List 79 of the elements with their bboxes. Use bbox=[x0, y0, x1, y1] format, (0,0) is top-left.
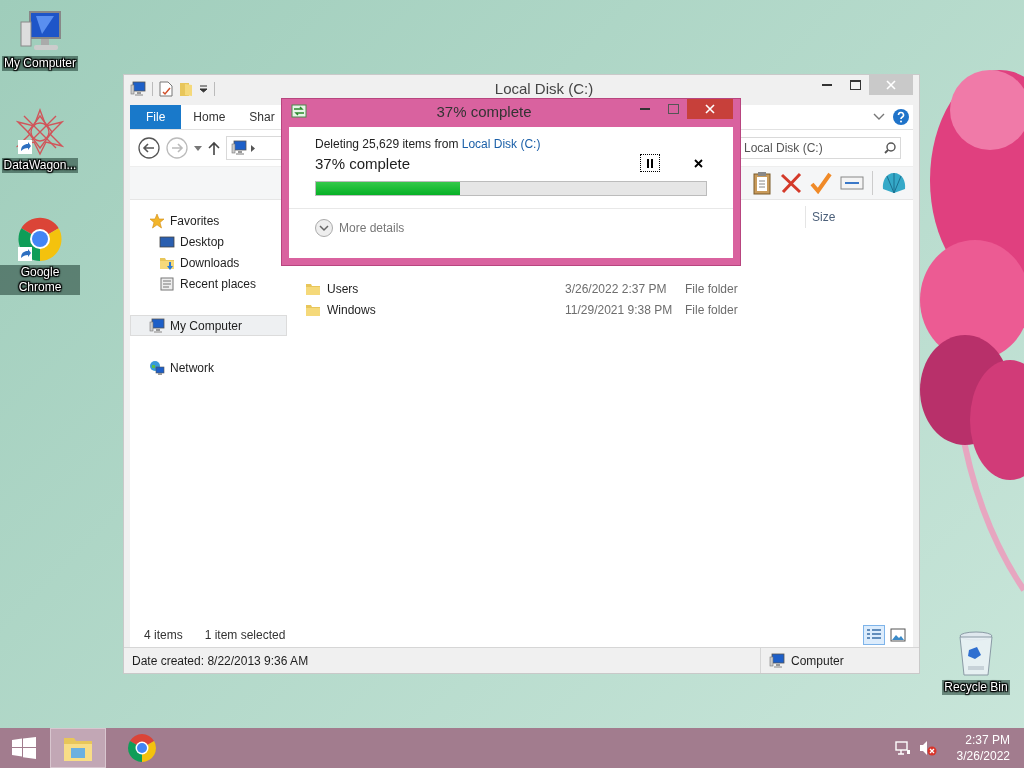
ribbon-tab[interactable]: File bbox=[130, 105, 182, 129]
details-view-icon bbox=[866, 628, 882, 642]
speaker-muted-icon[interactable] bbox=[918, 740, 937, 756]
large-icons-view-icon bbox=[890, 628, 906, 642]
delete-icon[interactable] bbox=[780, 172, 802, 194]
nav-item[interactable]: My Computer bbox=[130, 315, 287, 336]
nav-item[interactable]: Recent places bbox=[130, 273, 287, 294]
nav-item[interactable]: Favorites bbox=[130, 210, 287, 231]
type-cell-text: File folder bbox=[685, 281, 739, 296]
column-header[interactable]: Size bbox=[805, 206, 885, 228]
clock-time[interactable]: 2:37 PM bbox=[965, 732, 1010, 748]
icon-label[interactable]: My Computer bbox=[2, 56, 78, 71]
ribbon-tab[interactable]: Shar bbox=[237, 105, 287, 129]
selection-count: 1 item selected bbox=[204, 628, 286, 642]
minimize-icon bbox=[822, 84, 832, 86]
status-text: Date created: 8/22/2013 9:36 AM bbox=[132, 653, 310, 668]
search-field[interactable]: Local Disk (C:) bbox=[739, 137, 901, 159]
close-icon bbox=[886, 80, 896, 90]
shortcut-star-icon bbox=[16, 108, 64, 156]
maximize-icon bbox=[667, 104, 679, 114]
dialog-title: 37% complete bbox=[435, 102, 533, 122]
window-title: Local Disk (C:) bbox=[493, 79, 595, 99]
search-icon bbox=[884, 142, 896, 154]
location-text: Computer bbox=[791, 653, 844, 668]
network-status-icon[interactable] bbox=[894, 740, 911, 756]
browser-icon bbox=[16, 215, 64, 263]
icon-label[interactable]: DataWagon... bbox=[1, 158, 79, 173]
minimize-icon bbox=[640, 108, 650, 110]
network-icon bbox=[149, 359, 165, 376]
caret-icon[interactable] bbox=[199, 85, 208, 93]
pause-icon bbox=[647, 158, 653, 168]
pause-button[interactable] bbox=[640, 154, 660, 172]
back-icon[interactable] bbox=[138, 137, 160, 159]
type-cell-text: File folder bbox=[685, 302, 739, 317]
star-icon bbox=[149, 212, 165, 229]
icon-label[interactable]: Google Chrome bbox=[0, 265, 80, 295]
checkmark-icon[interactable] bbox=[810, 172, 832, 194]
rename-icon[interactable] bbox=[840, 174, 864, 192]
file-name[interactable]: Windows bbox=[327, 302, 376, 317]
start-button[interactable] bbox=[12, 737, 36, 759]
desktop-icon bbox=[159, 233, 175, 250]
chevron-right-icon bbox=[251, 144, 255, 152]
clipboard-icon[interactable] bbox=[752, 171, 772, 195]
browser-icon bbox=[127, 733, 157, 763]
document-icon[interactable] bbox=[159, 81, 173, 97]
close-icon bbox=[694, 158, 703, 168]
close-icon bbox=[705, 104, 715, 114]
clock-date[interactable]: 3/26/2022 bbox=[956, 748, 1010, 764]
ribbon-tab[interactable]: Home bbox=[181, 105, 238, 129]
recent-places-icon bbox=[159, 275, 175, 292]
progress-status: 37% complete bbox=[315, 154, 412, 172]
file-transfer-icon bbox=[291, 104, 307, 118]
help-icon[interactable] bbox=[893, 109, 909, 125]
up-arrow-icon[interactable] bbox=[208, 141, 220, 155]
chevron-down-icon bbox=[315, 219, 333, 237]
nav-item[interactable]: Downloads bbox=[130, 252, 287, 273]
file-name[interactable]: Users bbox=[327, 281, 359, 296]
shell-icon[interactable] bbox=[881, 171, 907, 195]
close-button[interactable] bbox=[687, 99, 733, 119]
nav-item[interactable]: Desktop bbox=[130, 231, 287, 252]
computer-icon bbox=[231, 140, 247, 156]
more-details-button[interactable]: More details bbox=[289, 209, 733, 247]
date-cell-text: 3/26/2022 2:37 PM bbox=[565, 281, 668, 296]
windows-logo-icon bbox=[12, 737, 36, 759]
computer-icon bbox=[149, 317, 165, 334]
item-count: 4 items bbox=[144, 628, 183, 642]
view-button[interactable] bbox=[863, 625, 885, 645]
computer-icon bbox=[769, 652, 785, 669]
chevron-down-icon[interactable] bbox=[873, 113, 885, 121]
icon-label[interactable]: Recycle Bin bbox=[942, 680, 1010, 695]
location-link[interactable]: Local Disk (C:) bbox=[461, 137, 541, 151]
nav-item[interactable]: Network bbox=[130, 357, 287, 378]
computer-icon[interactable] bbox=[130, 81, 146, 97]
recycle-bin-icon bbox=[956, 630, 996, 678]
view-button[interactable] bbox=[887, 625, 909, 645]
maximize-icon bbox=[849, 80, 861, 90]
progress-message: Deleting 25,629 items from Local Disk (C:) bbox=[315, 137, 542, 151]
date-cell-text: 11/29/2021 9:38 PM bbox=[565, 302, 674, 317]
cancel-button[interactable] bbox=[694, 158, 703, 168]
